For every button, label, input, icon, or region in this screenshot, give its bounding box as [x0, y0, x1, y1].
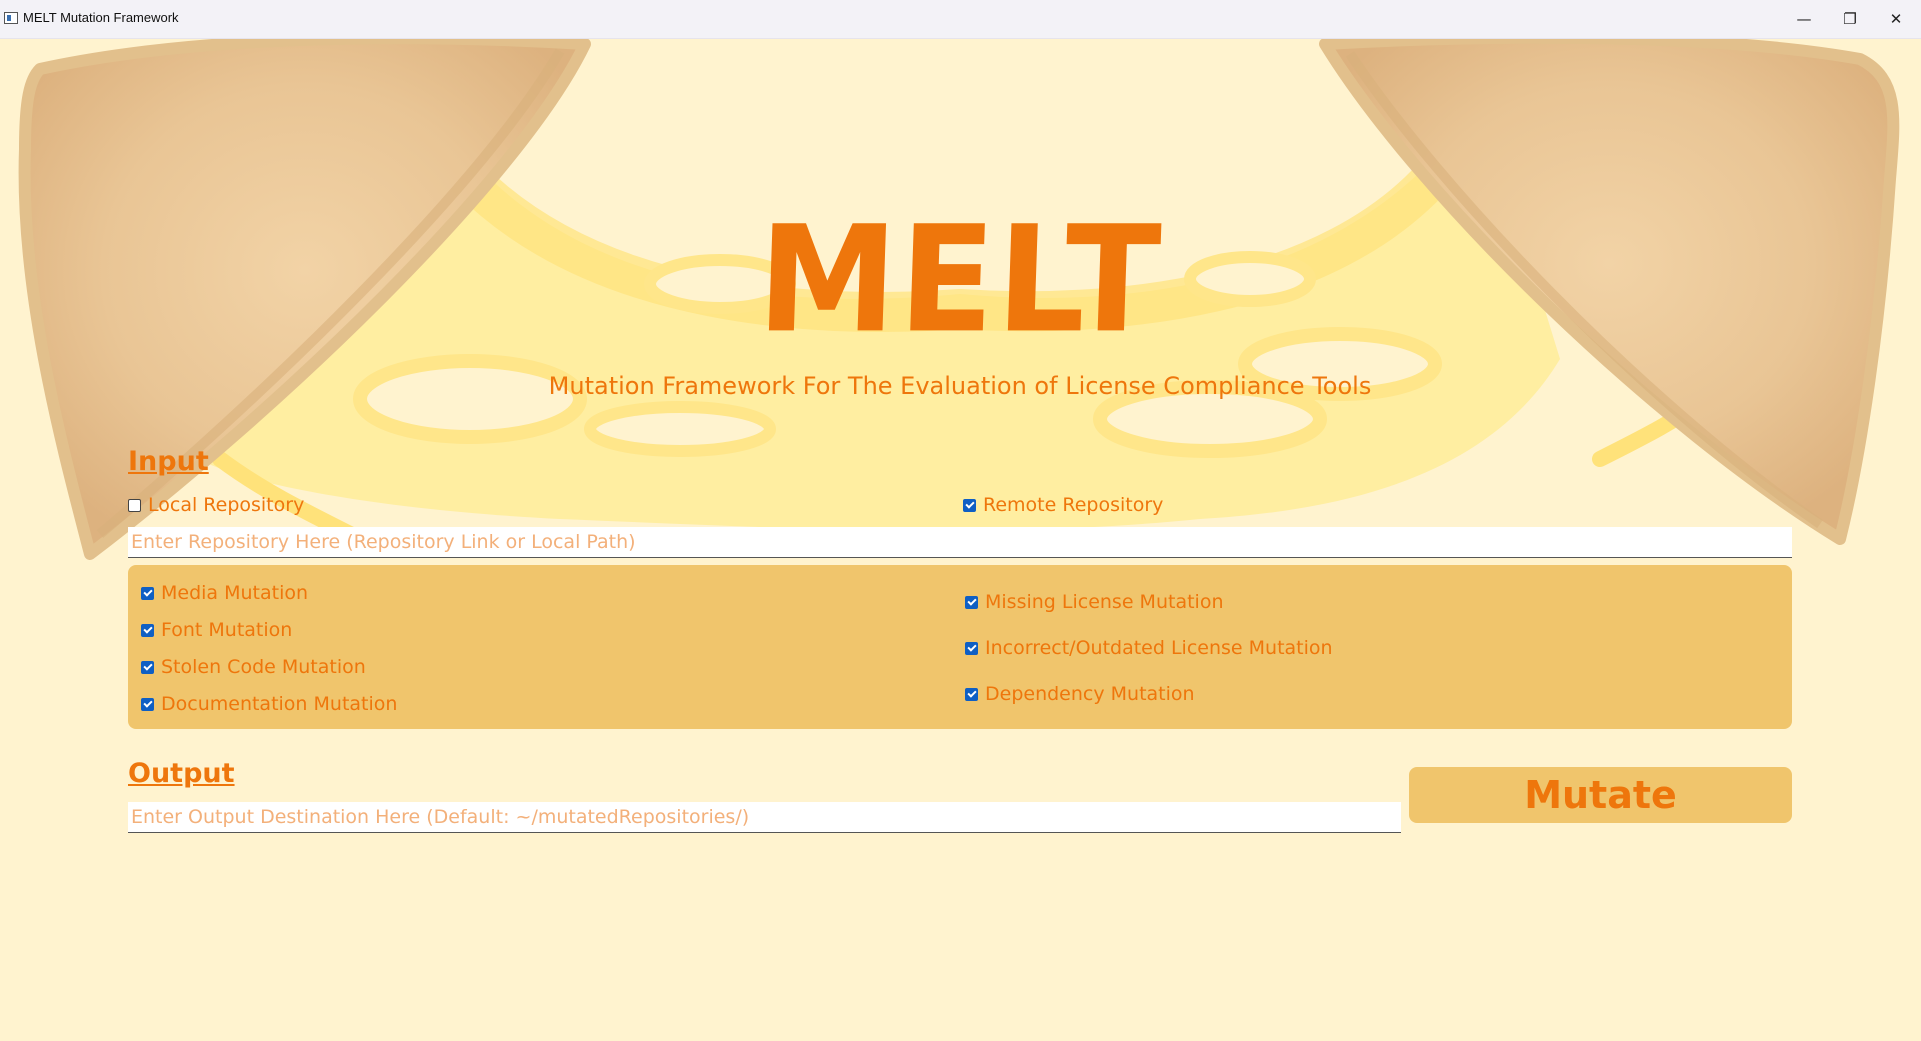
media-mutation-checkbox[interactable]: [141, 586, 154, 600]
local-repository-option[interactable]: Local Repository: [128, 494, 304, 516]
remote-repository-checkbox[interactable]: [963, 498, 976, 512]
minimize-button[interactable]: —: [1781, 0, 1827, 38]
documentation-mutation-checkbox[interactable]: [141, 697, 154, 711]
font-mutation-option[interactable]: Font Mutation: [141, 619, 292, 641]
close-button[interactable]: ✕: [1873, 0, 1919, 38]
maximize-button[interactable]: ❐: [1827, 0, 1873, 38]
dependency-mutation-option[interactable]: Dependency Mutation: [965, 683, 1195, 705]
local-repository-label: Local Repository: [148, 494, 305, 516]
stolen-code-mutation-label: Stolen Code Mutation: [161, 656, 366, 678]
local-repository-checkbox[interactable]: [128, 498, 141, 512]
media-mutation-label: Media Mutation: [161, 582, 309, 604]
dependency-mutation-checkbox[interactable]: [965, 687, 978, 701]
mutate-button[interactable]: Mutate: [1409, 767, 1792, 823]
documentation-mutation-label: Documentation Mutation: [161, 693, 398, 715]
font-mutation-label: Font Mutation: [161, 619, 293, 641]
app-subtitle: Mutation Framework For The Evaluation of…: [548, 372, 1372, 400]
input-section-label: Input: [128, 446, 209, 477]
repository-input[interactable]: [128, 527, 1792, 558]
app-logo: MELT: [754, 194, 1166, 366]
incorrect-license-mutation-checkbox[interactable]: [965, 641, 978, 655]
window-title: MELT Mutation Framework: [23, 10, 179, 25]
missing-license-mutation-option[interactable]: Missing License Mutation: [965, 591, 1223, 613]
window-titlebar: MELT Mutation Framework — ❐ ✕: [0, 0, 1921, 39]
documentation-mutation-option[interactable]: Documentation Mutation: [141, 693, 397, 715]
remote-repository-option[interactable]: Remote Repository: [963, 494, 1163, 516]
remote-repository-label: Remote Repository: [983, 494, 1164, 516]
incorrect-license-mutation-label: Incorrect/Outdated License Mutation: [985, 637, 1333, 659]
output-section-label: Output: [128, 758, 235, 789]
dependency-mutation-label: Dependency Mutation: [985, 683, 1195, 705]
incorrect-license-mutation-option[interactable]: Incorrect/Outdated License Mutation: [965, 637, 1333, 659]
media-mutation-option[interactable]: Media Mutation: [141, 582, 308, 604]
stolen-code-mutation-option[interactable]: Stolen Code Mutation: [141, 656, 366, 678]
app-icon: [4, 12, 18, 24]
missing-license-mutation-label: Missing License Mutation: [985, 591, 1224, 613]
stolen-code-mutation-checkbox[interactable]: [141, 660, 154, 674]
font-mutation-checkbox[interactable]: [141, 623, 154, 637]
output-destination-input[interactable]: [128, 802, 1401, 833]
missing-license-mutation-checkbox[interactable]: [965, 595, 978, 609]
